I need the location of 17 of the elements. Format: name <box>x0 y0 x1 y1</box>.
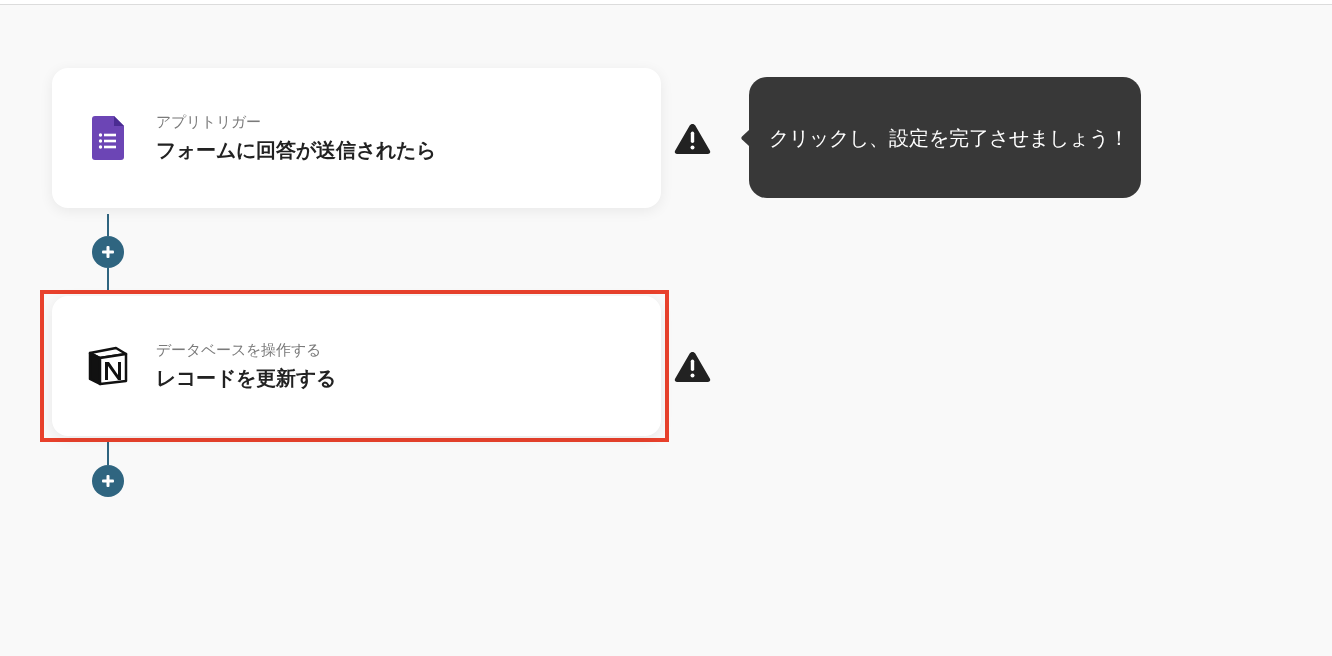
step-card[interactable]: アプリトリガー フォームに回答が送信されたら <box>52 68 661 208</box>
connector-line <box>107 214 109 236</box>
step-title: レコードを更新する <box>156 365 336 392</box>
plus-icon <box>102 246 114 258</box>
step-label: アプリトリガー <box>156 112 262 132</box>
tooltip: クリックし、設定を完了させましょう！ <box>749 77 1141 198</box>
tooltip-pointer <box>741 129 749 146</box>
step-title: フォームに回答が送信されたら <box>156 137 436 164</box>
step-card[interactable]: データベースを操作する レコードを更新する <box>52 296 661 436</box>
add-step-button[interactable] <box>92 465 124 497</box>
connector-line <box>107 442 109 465</box>
plus-icon <box>102 475 114 487</box>
add-step-button[interactable] <box>92 236 124 268</box>
step-label: データベースを操作する <box>156 340 322 360</box>
form-document-icon <box>92 116 124 160</box>
cube-logo-icon <box>88 346 128 386</box>
connector-line <box>107 268 109 290</box>
